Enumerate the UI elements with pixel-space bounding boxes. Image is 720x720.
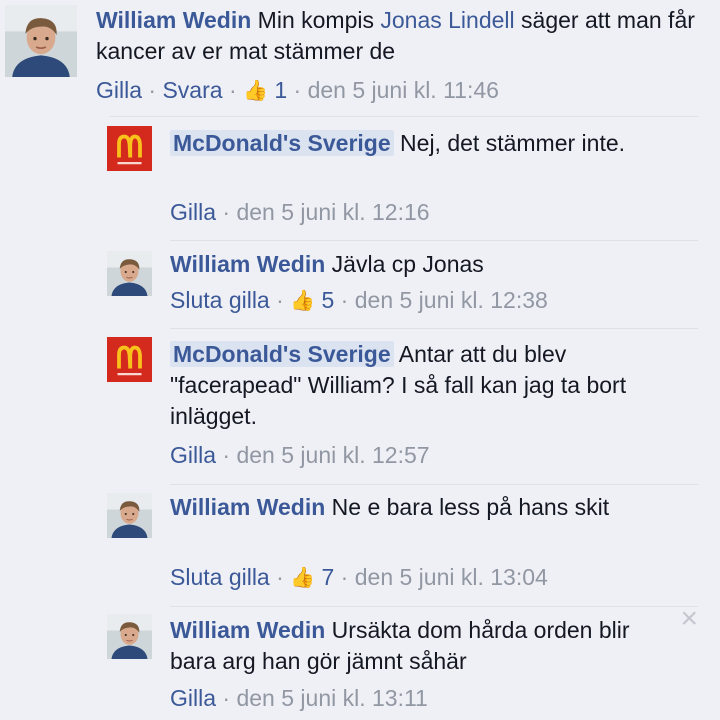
comment-text: Nej, det stämmer inte.: [400, 130, 626, 156]
mcdonalds-logo-icon[interactable]: [107, 126, 152, 171]
separator: ·: [276, 287, 284, 313]
separator: ·: [222, 442, 231, 468]
separator: ·: [228, 77, 237, 103]
author-name[interactable]: William Wedin: [170, 494, 325, 520]
comment-meta: Gilla · Svara · 👍 1 · den 5 juni kl. 11:…: [96, 77, 499, 104]
user-avatar-icon[interactable]: [5, 5, 77, 77]
comment-body: McDonald's Sverige Nej, det stämmer inte…: [170, 128, 700, 159]
comment-body: William Wedin Ursäkta dom hårda orden bl…: [170, 615, 660, 677]
mention-link[interactable]: Jonas Lindell: [380, 7, 514, 33]
author-name[interactable]: William Wedin: [170, 617, 325, 643]
comment-text: Min kompis: [257, 7, 374, 33]
mcdonalds-logo-icon[interactable]: [107, 337, 152, 382]
divider: [170, 328, 698, 329]
thumbs-up-icon: 👍: [290, 567, 316, 589]
timestamp[interactable]: den 5 juni kl. 12:57: [236, 442, 429, 468]
like-link[interactable]: Gilla: [96, 77, 142, 103]
like-count[interactable]: 👍 5: [290, 287, 334, 313]
timestamp[interactable]: den 5 juni kl. 12:16: [236, 199, 429, 225]
divider: [170, 606, 698, 607]
user-avatar-icon[interactable]: [107, 614, 152, 659]
like-link[interactable]: Gilla: [170, 199, 216, 225]
thumbs-up-icon: 👍: [243, 80, 268, 102]
comment-meta: Gilla · den 5 juni kl. 12:57: [170, 442, 430, 469]
thumbs-up-icon: 👍: [290, 290, 316, 312]
timestamp[interactable]: den 5 juni kl. 12:38: [355, 287, 548, 313]
comment-body: McDonald's Sverige Antar att du blev "fa…: [170, 339, 685, 432]
user-avatar-icon[interactable]: [107, 493, 152, 538]
unlike-link[interactable]: Sluta gilla: [170, 564, 270, 590]
comment-meta: Sluta gilla · 👍 7 · den 5 juni kl. 13:04: [170, 564, 548, 591]
separator: ·: [293, 77, 302, 103]
comment-text: Jävla cp Jonas: [331, 251, 484, 277]
author-name[interactable]: William Wedin: [96, 7, 251, 33]
comment-meta: Gilla · den 5 juni kl. 12:16: [170, 199, 430, 226]
divider: [110, 116, 698, 117]
divider: [170, 240, 698, 241]
comment-body: William Wedin Min kompis Jonas Lindell s…: [96, 5, 706, 67]
unlike-link[interactable]: Sluta gilla: [170, 287, 270, 313]
author-name[interactable]: William Wedin: [170, 251, 325, 277]
comment: William Wedin Min kompis Jonas Lindell s…: [0, 0, 720, 110]
like-link[interactable]: Gilla: [170, 442, 216, 468]
separator: ·: [340, 287, 349, 313]
user-avatar-icon[interactable]: [107, 251, 152, 296]
separator: ·: [222, 199, 231, 225]
comment-text: Ne e bara less på hans skit: [331, 494, 610, 520]
timestamp[interactable]: den 5 juni kl. 11:46: [308, 77, 499, 103]
timestamp[interactable]: den 5 juni kl. 13:11: [236, 685, 427, 711]
separator: ·: [276, 564, 284, 590]
comment-body: William Wedin Ne e bara less på hans ski…: [170, 492, 670, 523]
like-count[interactable]: 👍 7: [290, 564, 334, 590]
comment-body: William Wedin Jävla cp Jonas: [170, 249, 700, 280]
like-link[interactable]: Gilla: [170, 685, 216, 711]
divider: [170, 484, 698, 485]
author-name[interactable]: McDonald's Sverige: [170, 130, 394, 156]
separator: ·: [148, 77, 157, 103]
separator: ·: [222, 685, 231, 711]
separator: ·: [340, 564, 349, 590]
timestamp[interactable]: den 5 juni kl. 13:04: [355, 564, 548, 590]
author-name[interactable]: McDonald's Sverige: [170, 341, 394, 367]
close-icon[interactable]: ×: [680, 604, 698, 634]
comment-meta: Sluta gilla · 👍 5 · den 5 juni kl. 12:38: [170, 287, 548, 314]
like-count[interactable]: 👍 1: [243, 77, 287, 103]
reply-link[interactable]: Svara: [162, 77, 222, 103]
comment-meta: Gilla · den 5 juni kl. 13:11: [170, 685, 428, 712]
